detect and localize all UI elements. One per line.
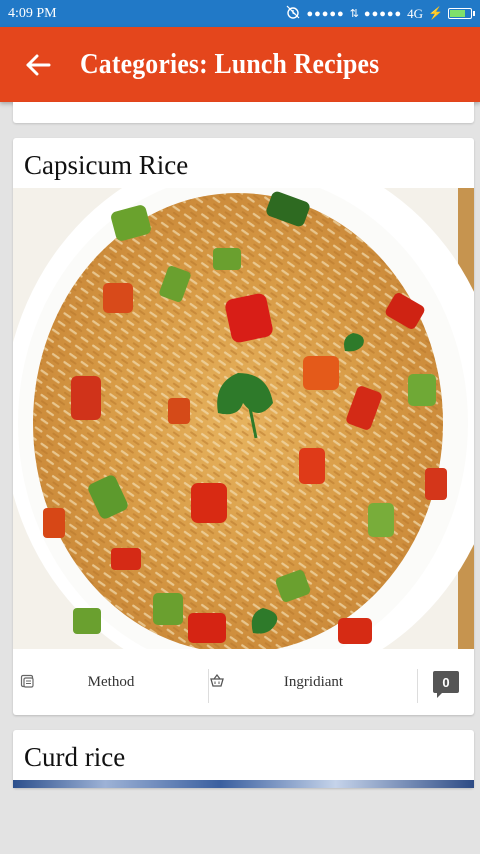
recipe-book-icon xyxy=(20,674,34,688)
comment-count-badge: 0 xyxy=(433,671,459,698)
recipe-actions: Method Ingridiant 0 xyxy=(13,649,474,715)
basket-icon xyxy=(210,674,224,687)
comment-button[interactable]: 0 xyxy=(418,649,474,715)
method-button[interactable]: Method xyxy=(13,649,209,715)
status-time: 4:09 PM xyxy=(8,5,57,21)
page-title: Categories: Lunch Recipes xyxy=(80,48,380,80)
signal-strength-1: ●●●●● xyxy=(306,7,345,20)
data-transfer-icon: ⇅ xyxy=(349,8,359,20)
capsicum-rice-photo[interactable] xyxy=(13,188,474,649)
recipe-card[interactable]: Capsicum Rice Method Ingridiant 0 xyxy=(13,138,474,715)
curd-rice-photo[interactable] xyxy=(13,780,474,788)
status-bar: 4:09 PM ●●●●● ⇅ ●●●●● 4G ⚡ xyxy=(0,0,480,27)
signal-strength-2: ●●●●● xyxy=(363,7,403,20)
arrow-left-icon xyxy=(26,54,51,75)
alarm-icon xyxy=(285,5,301,23)
ingredient-label: Ingridiant xyxy=(283,673,344,690)
back-button[interactable] xyxy=(0,27,76,102)
battery-icon xyxy=(448,8,475,19)
status-icons: ●●●●● ⇅ ●●●●● 4G ⚡ xyxy=(285,5,475,23)
network-type: 4G xyxy=(407,5,424,21)
recipe-title: Capsicum Rice xyxy=(24,150,189,180)
previous-card[interactable] xyxy=(13,102,474,123)
app-bar: Categories: Lunch Recipes xyxy=(0,27,480,102)
charging-icon: ⚡ xyxy=(428,6,443,20)
method-label: Method xyxy=(87,673,135,690)
ingredient-button[interactable]: Ingridiant xyxy=(209,649,418,715)
recipe-title: Curd rice xyxy=(24,742,126,772)
